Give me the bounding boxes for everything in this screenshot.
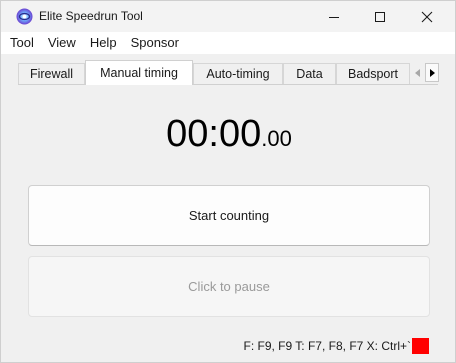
menu-sponsor[interactable]: Sponsor	[124, 32, 186, 54]
tab-divider	[18, 84, 438, 85]
title-bar[interactable]: Elite Speedrun Tool	[1, 1, 455, 32]
maximize-button[interactable]	[358, 1, 402, 32]
tab-badsport[interactable]: Badsport	[336, 63, 410, 84]
window-title: Elite Speedrun Tool	[39, 9, 143, 23]
tab-manual-timing[interactable]: Manual timing	[85, 60, 193, 85]
timer-main-value: 00:00	[166, 113, 262, 155]
tab-strip: Firewall Manual timing Auto-timing Data …	[1, 54, 455, 88]
start-counting-button[interactable]: Start counting	[28, 185, 430, 246]
minimize-button[interactable]	[312, 1, 356, 32]
app-window: Elite Speedrun Tool Tool View Help Spons…	[0, 0, 456, 363]
close-button[interactable]	[405, 1, 449, 32]
app-logo-icon	[16, 8, 33, 25]
menu-view[interactable]: View	[41, 32, 83, 54]
timer-display: 00:00.00	[1, 113, 456, 156]
menu-bar: Tool View Help Sponsor	[1, 32, 455, 54]
pause-button[interactable]: Click to pause	[28, 256, 430, 317]
tab-data[interactable]: Data	[283, 63, 336, 84]
menu-tool[interactable]: Tool	[1, 32, 41, 54]
timer-ms-value: .00	[261, 126, 292, 151]
menu-help[interactable]: Help	[83, 32, 124, 54]
close-icon	[421, 11, 433, 22]
triangle-right-icon	[429, 68, 435, 77]
status-indicator	[412, 338, 429, 354]
tab-auto-timing[interactable]: Auto-timing	[193, 63, 283, 84]
triangle-left-icon	[414, 68, 420, 77]
maximize-icon	[375, 11, 385, 22]
tab-scroll-right-button[interactable]	[425, 63, 439, 82]
tab-firewall[interactable]: Firewall	[18, 63, 85, 84]
minimize-icon	[329, 16, 339, 18]
hotkey-status: F: F9, F9 T: F7, F8, F7 X: Ctrl+`	[243, 339, 411, 353]
tab-scroll-left-button[interactable]	[410, 63, 424, 82]
